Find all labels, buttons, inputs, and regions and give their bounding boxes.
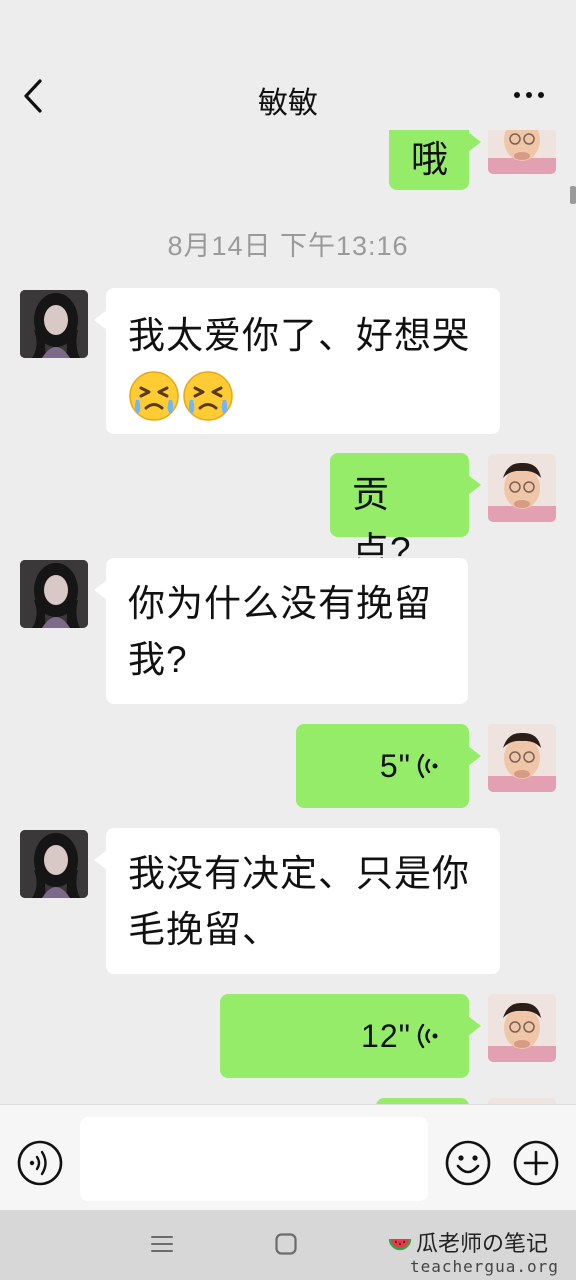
watermelon-icon: [388, 1238, 412, 1251]
message-timestamp: 8月14日 下午13:16: [167, 231, 409, 261]
sent-voice-message[interactable]: 5": [296, 724, 481, 808]
voice-wave-icon: [417, 1023, 438, 1049]
watermark-url: teachergua.org: [410, 1257, 559, 1276]
chat-title: 敏敏: [258, 87, 318, 120]
sent-message-bubble[interactable]: 贡点?: [330, 453, 481, 571]
message-text-line: 我没有决定、只是你: [128, 853, 470, 894]
plus-circle-icon: [513, 1140, 559, 1186]
my-avatar[interactable]: [488, 994, 556, 1062]
message-text-line: 毛挽留、: [128, 909, 280, 950]
recent-apps-button[interactable]: [150, 1232, 174, 1256]
voice-duration: 12": [361, 1018, 411, 1054]
message-text: 我太爱你了、好想哭: [128, 315, 470, 356]
more-functions-button[interactable]: [512, 1139, 560, 1187]
sent-voice-message[interactable]: 12": [220, 994, 481, 1078]
message-text: 哦: [411, 139, 449, 180]
message-text: 贡点?: [352, 474, 412, 571]
emoji-icon: [445, 1140, 491, 1186]
received-message-bubble[interactable]: 你为什么没有挽留 我?: [94, 558, 468, 704]
watermark: 瓜老师の笔记: [388, 1226, 548, 1258]
persevering-face-emoji-icon: [182, 370, 234, 422]
menu-icon: [151, 1236, 173, 1252]
watermark-text: 瓜老师の笔记: [416, 1231, 549, 1256]
voice-input-button[interactable]: [16, 1139, 64, 1187]
input-bar: [0, 1104, 576, 1210]
home-button[interactable]: [274, 1232, 298, 1256]
persevering-face-emoji-icon: [128, 370, 180, 422]
emoji-button[interactable]: [444, 1139, 492, 1187]
top-bar: 敏敏: [0, 0, 576, 130]
voice-duration: 5": [379, 748, 411, 784]
received-message-bubble[interactable]: 我太爱你了、好想哭: [94, 288, 500, 434]
contact-avatar[interactable]: [20, 290, 88, 358]
more-button[interactable]: [512, 80, 546, 110]
voice-wave-icon: [417, 753, 438, 779]
message-text-line: 我?: [128, 639, 188, 680]
contact-avatar[interactable]: [20, 560, 88, 628]
message-input[interactable]: [80, 1117, 428, 1201]
more-horizontal-icon: [514, 92, 544, 98]
scrollbar-thumb[interactable]: [570, 186, 576, 204]
my-avatar[interactable]: [488, 454, 556, 522]
message-text-line: 你为什么没有挽留: [128, 583, 432, 624]
home-square-icon: [275, 1233, 297, 1255]
my-avatar[interactable]: [488, 724, 556, 792]
contact-avatar[interactable]: [20, 830, 88, 898]
received-message-bubble[interactable]: 我没有决定、只是你 毛挽留、: [94, 828, 500, 974]
emoji-row: [128, 366, 478, 422]
voice-input-icon: [17, 1140, 63, 1186]
